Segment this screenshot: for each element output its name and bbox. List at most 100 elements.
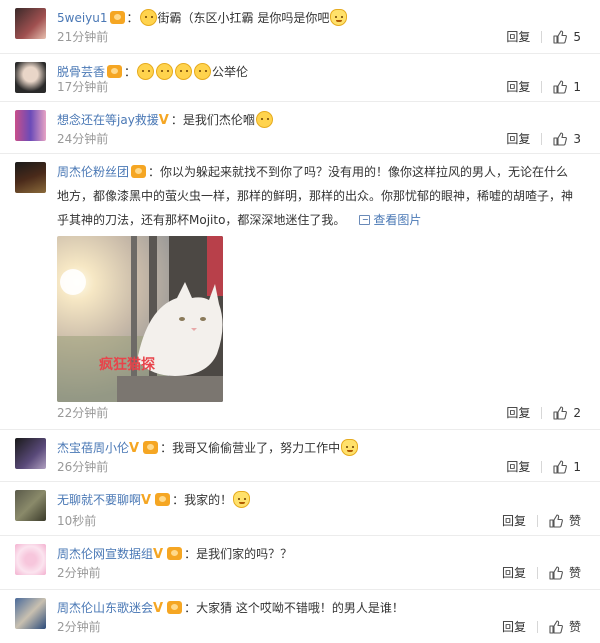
emoji-icon [194,63,212,80]
thumbs-up-icon [553,132,567,146]
avatar[interactable] [15,438,46,469]
comment-list: 5weiyu1 ： 街霸（东区小扛霸 是你吗是你吧 21分钟前 回复 5 脱骨芸香 ：… [0,0,600,643]
username-link[interactable]: 无聊就不要聊啊 [57,493,141,507]
divider [541,460,543,473]
comment-text: 是我们杰伦嗰 [182,113,255,127]
emoji-icon [156,63,174,80]
colon: ： [148,165,161,179]
comment-text: 街霸（东区小扛霸 是你吗是你吧 [157,11,330,25]
thumbs-up-icon [549,514,563,528]
reply-button[interactable]: 回复 [506,130,530,147]
colon: ： [172,493,185,507]
like-button[interactable]: 5 [553,30,581,44]
username-link[interactable]: 5weiyu1 [57,11,108,25]
comment-item: 周杰伦粉丝团 ：你以为躲起来就找不到你了吗？没有用的！像你这样拉风的男人，无论在什… [0,154,600,430]
member-badge-icon [131,165,147,178]
member-badge-icon [155,493,171,506]
avatar[interactable] [15,62,46,93]
comment-content: 无聊就不要聊啊V ：我家的！ [57,488,586,513]
verified-v-icon: V [129,441,140,456]
fist-emoji-icon [139,9,157,26]
avatar[interactable] [15,162,46,193]
divider [536,620,538,633]
kiss-emoji-icon [255,111,273,128]
member-badge-icon [167,601,183,614]
member-badge-icon [167,547,183,560]
timestamp: 2分钟前 [57,566,101,580]
reply-button[interactable]: 回复 [506,404,530,421]
reply-button[interactable]: 回复 [506,458,530,475]
avatar[interactable] [15,544,46,575]
colon: ： [126,11,139,25]
reply-button[interactable]: 回复 [506,78,530,95]
like-button[interactable]: 1 [553,80,581,94]
divider [536,514,538,527]
comment-text-line: 乎其神的刀法，还有那杯Mojito，都深深地迷住了我。 [57,213,346,227]
username-link[interactable]: 周杰伦网宣数据组 [57,547,153,561]
reply-button[interactable]: 回复 [502,512,526,529]
thumbs-up-icon [553,80,567,94]
colon: ： [160,441,173,455]
divider [541,132,543,145]
username-link[interactable]: 周杰伦粉丝团 [57,165,129,179]
like-button[interactable]: 赞 [549,512,581,529]
cat-emoji-icon [330,9,348,26]
member-badge-icon [107,65,123,78]
like-button[interactable]: 2 [553,406,581,420]
avatar[interactable] [15,110,46,141]
member-badge-icon [109,11,125,24]
thumbs-up-icon [549,566,563,580]
username-link[interactable]: 想念还在等jay救援 [57,113,159,127]
comment-text: 是我们家的吗？？ [196,547,293,561]
divider [541,406,543,419]
thumbs-up-icon [553,30,567,44]
timestamp: 21分钟前 [57,30,109,44]
comment-text: 我家的！ [184,493,233,507]
like-count: 3 [573,131,581,146]
comment-actions: 回复 1 [506,458,581,475]
comment-item: 周杰伦网宣数据组V ：是我们家的吗？？ 2分钟前 回复 赞 [0,536,600,590]
like-button[interactable]: 3 [553,132,581,146]
emoji-icon [137,63,155,80]
username-link[interactable]: 周杰伦山东歌迷会 [57,601,153,615]
avatar[interactable] [15,8,46,39]
comment-actions: 回复 赞 [502,564,581,581]
comment-actions: 回复 5 [506,28,581,45]
member-badge-icon [143,441,159,454]
like-count: 赞 [568,566,581,580]
verified-v-icon: V [153,601,164,616]
verified-v-icon: V [141,493,152,508]
comment-text: 你以为躲起来就找不到你了吗？没有用的！像你这样拉风的男人，无论在什么 [160,165,569,179]
reply-button[interactable]: 回复 [502,564,526,581]
timestamp: 26分钟前 [57,460,109,474]
avatar[interactable] [15,598,46,629]
username-link[interactable]: 脱骨芸香 [57,65,105,79]
reply-button[interactable]: 回复 [502,618,526,635]
colon: ： [184,547,197,561]
timestamp: 2分钟前 [57,620,101,634]
comment-text: 公举伦 [212,65,249,79]
comment-item: 想念还在等jay救援V ：是我们杰伦嗰 24分钟前 回复 3 [0,102,600,154]
divider [536,566,538,579]
comment-photo[interactable]: 疯狂猫探 [57,236,223,402]
avatar[interactable] [15,490,46,521]
comment-actions: 回复 赞 [502,512,581,529]
like-count: 5 [573,29,581,44]
comment-item: 周杰伦山东歌迷会V ：大家猜 这个哎呦不错哦！的男人是谁！ 2分钟前 回复 赞 [0,590,600,643]
reply-button[interactable]: 回复 [506,28,530,45]
comment-item: 5weiyu1 ： 街霸（东区小扛霸 是你吗是你吧 21分钟前 回复 5 [0,0,600,54]
view-image-link[interactable]: 查看图片 [373,213,421,227]
username-link[interactable]: 杰宝蓓周小伦 [57,441,129,455]
comment-content: 5weiyu1 ： 街霸（东区小扛霸 是你吗是你吧 [57,6,586,30]
verified-v-icon: V [153,547,164,562]
divider [541,80,543,93]
like-button[interactable]: 赞 [549,564,581,581]
comment-item: 无聊就不要聊啊V ：我家的！ 10秒前 回复 赞 [0,482,600,536]
verified-v-icon: V [158,113,169,128]
like-button[interactable]: 赞 [549,618,581,635]
comment-actions: 回复 赞 [502,618,581,635]
like-button[interactable]: 1 [553,460,581,474]
comment-text: 大家猜 这个哎呦不错哦！的男人是谁！ [196,601,404,615]
comment-actions: 回复 3 [506,130,581,147]
like-count: 2 [573,405,581,420]
